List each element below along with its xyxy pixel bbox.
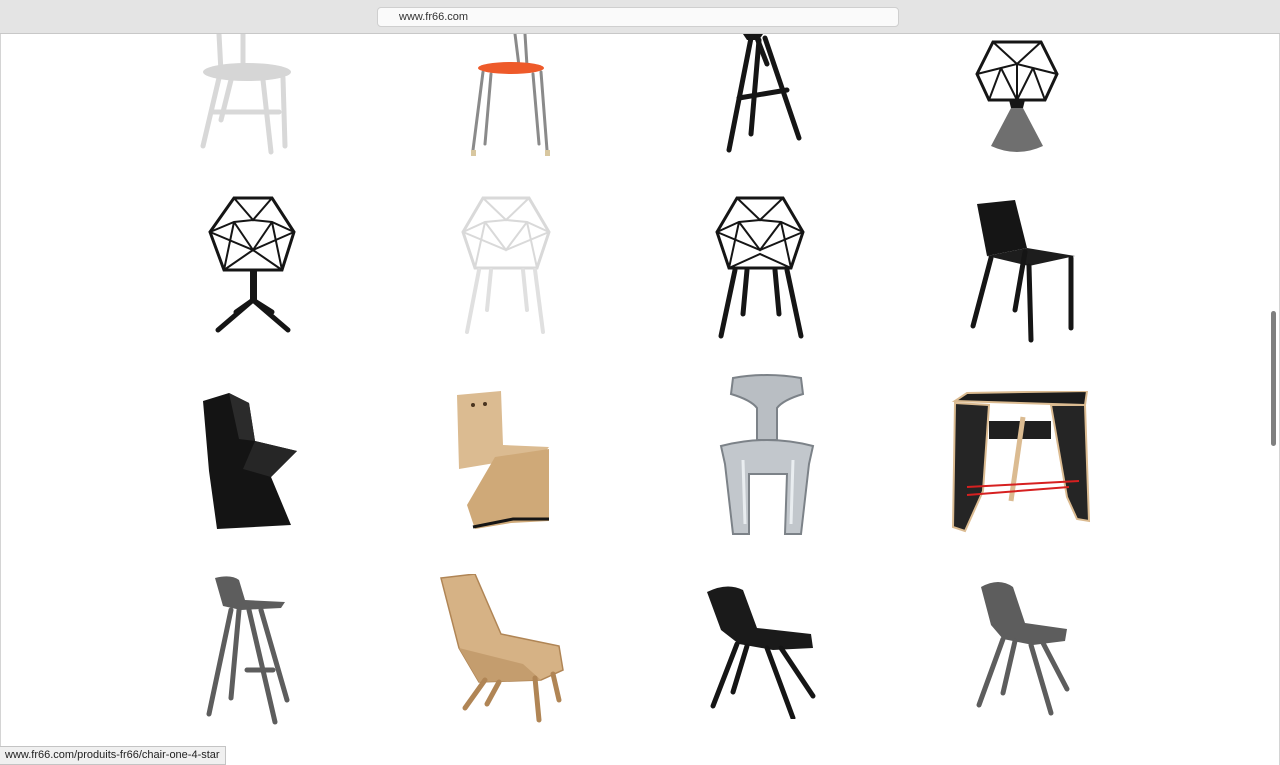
product-tile-black-plastic-chair[interactable] <box>967 200 1079 345</box>
white-metal-chair-icon <box>200 34 291 155</box>
product-tile-wooden-stool-table[interactable] <box>949 391 1091 533</box>
aluminium-chair-icon <box>719 374 815 535</box>
orange-stool-icon <box>471 34 550 156</box>
product-tile-grey-bar-stool[interactable] <box>201 574 296 732</box>
black-tripod-stool-icon <box>726 34 802 153</box>
vertical-scrollbar[interactable] <box>1269 34 1279 765</box>
address-bar[interactable]: www.fr66.com <box>377 7 899 27</box>
product-tile-chair-one-black[interactable] <box>713 194 808 346</box>
product-tile-chair-one-white[interactable] <box>459 194 554 346</box>
grey-bar-stool-icon <box>206 576 290 725</box>
product-tile-black-faceted-chair[interactable] <box>199 389 301 531</box>
scroll-thumb[interactable] <box>1271 311 1276 446</box>
product-tile-orange-stool[interactable] <box>463 34 558 159</box>
plywood-chair-icon <box>457 391 549 529</box>
product-tile-chair-one-4-star[interactable] <box>206 194 301 346</box>
black-dining-chair-icon <box>707 586 816 719</box>
chair-one-concrete-icon <box>975 40 1059 152</box>
product-tile-white-metal-chair[interactable] <box>191 34 301 159</box>
browser-toolbar: www.fr66.com <box>0 0 1280 34</box>
product-grid <box>0 34 1280 765</box>
product-tile-black-dining-chair[interactable] <box>703 584 818 719</box>
black-plastic-chair-icon <box>970 200 1075 343</box>
product-tile-plywood-chair[interactable] <box>453 389 553 534</box>
product-tile-grey-dining-chair[interactable] <box>973 579 1073 724</box>
chair-one-white-icon <box>461 196 551 334</box>
chair-one-4-star-icon <box>208 196 296 333</box>
wooden-stool-table-icon <box>951 391 1091 533</box>
product-tile-black-tripod-stool[interactable] <box>721 34 809 159</box>
oak-lounge-chair-icon <box>440 574 564 723</box>
grey-dining-chair-icon <box>976 582 1070 716</box>
product-tile-oak-lounge-chair[interactable] <box>439 574 569 724</box>
product-tile-chair-one-concrete[interactable] <box>973 34 1061 159</box>
product-tile-aluminium-chair[interactable] <box>713 374 821 539</box>
status-bar-link-preview: www.fr66.com/produits-fr66/chair-one-4-s… <box>0 746 226 765</box>
black-faceted-chair-icon <box>203 393 297 529</box>
chair-one-black-icon <box>715 196 805 339</box>
